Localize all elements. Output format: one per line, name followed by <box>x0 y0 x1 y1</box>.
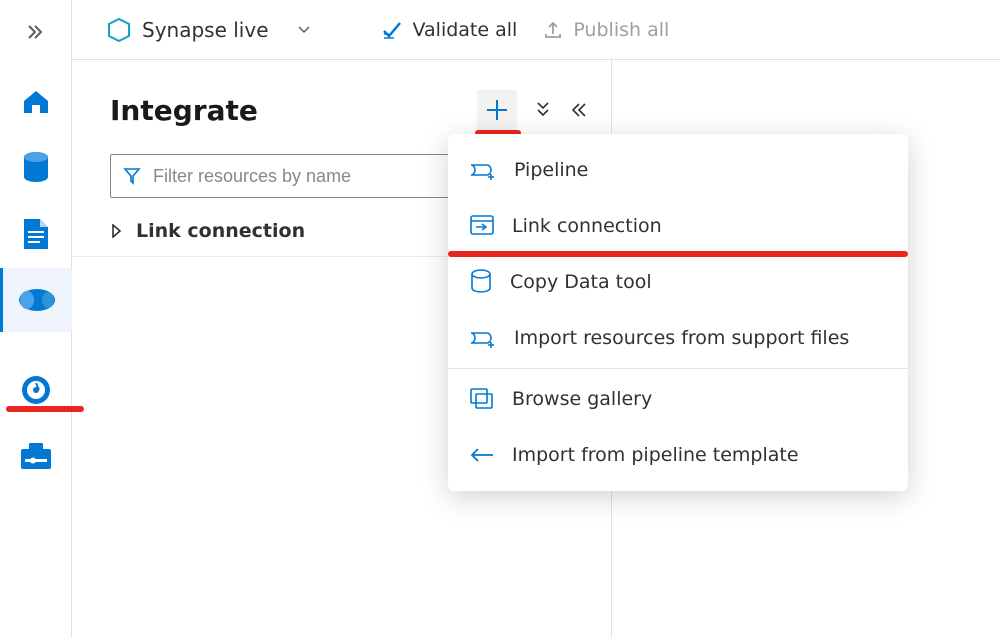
add-resource-menu: Pipeline Link connection Copy Data tool … <box>448 134 908 491</box>
chevron-down-icon <box>297 25 311 35</box>
menu-item-browse-gallery[interactable]: Browse gallery <box>448 371 908 427</box>
panel-title: Integrate <box>110 94 258 127</box>
nav-monitor[interactable] <box>0 358 72 422</box>
pipeline-icon <box>470 159 496 181</box>
menu-item-copy-data-tool[interactable]: Copy Data tool <box>448 254 908 310</box>
nav-develop[interactable] <box>0 202 72 266</box>
menu-item-import-support-files[interactable]: Import resources from support files <box>448 310 908 366</box>
validate-icon <box>381 20 403 40</box>
publish-all-label: Publish all <box>573 19 669 41</box>
validate-all-button[interactable]: Validate all <box>373 15 526 45</box>
menu-item-import-template[interactable]: Import from pipeline template <box>448 427 908 483</box>
add-resource-button[interactable] <box>477 90 517 130</box>
menu-item-label: Import resources from support files <box>514 327 849 349</box>
synapse-icon <box>108 18 130 42</box>
menu-item-link-connection[interactable]: Link connection <box>448 198 908 254</box>
menu-item-pipeline[interactable]: Pipeline <box>448 142 908 198</box>
nav-home[interactable] <box>0 70 72 134</box>
double-chevron-left-icon <box>569 102 587 118</box>
menu-item-label: Link connection <box>512 215 662 237</box>
workspace-mode-label: Synapse live <box>142 18 269 42</box>
collapse-panel-button[interactable] <box>569 102 587 118</box>
menu-item-label: Browse gallery <box>512 388 652 410</box>
menu-item-label: Pipeline <box>514 159 588 181</box>
arrow-left-icon <box>470 448 494 462</box>
nav-rail <box>0 0 72 638</box>
top-toolbar: Synapse live Validate all Publish all <box>72 0 1000 60</box>
workspace-mode-dropdown[interactable]: Synapse live <box>100 14 319 46</box>
content-area: Synapse live Validate all Publish all In… <box>72 0 1000 638</box>
nav-manage[interactable] <box>0 424 72 488</box>
database-icon <box>470 269 492 295</box>
publish-all-button: Publish all <box>535 15 677 45</box>
link-connection-icon <box>470 215 494 237</box>
filter-icon <box>123 167 141 185</box>
menu-item-label: Import from pipeline template <box>512 444 799 466</box>
plus-icon <box>484 97 510 123</box>
panel-header: Integrate <box>72 80 611 140</box>
main-area: Integrate <box>72 60 1000 638</box>
menu-item-label: Copy Data tool <box>510 271 652 293</box>
gallery-icon <box>470 388 494 410</box>
nav-integrate[interactable] <box>0 268 72 332</box>
double-chevron-down-icon <box>535 101 551 119</box>
caret-right-icon <box>110 224 122 238</box>
tree-item-label: Link connection <box>136 220 305 242</box>
validate-all-label: Validate all <box>413 19 518 41</box>
nav-data[interactable] <box>0 136 72 200</box>
pipeline-import-icon <box>470 327 496 349</box>
expand-all-button[interactable] <box>535 101 551 119</box>
menu-divider <box>448 368 908 369</box>
panel-actions <box>477 90 587 130</box>
chevron-collapse-icon[interactable] <box>22 18 50 46</box>
publish-icon <box>543 20 563 40</box>
